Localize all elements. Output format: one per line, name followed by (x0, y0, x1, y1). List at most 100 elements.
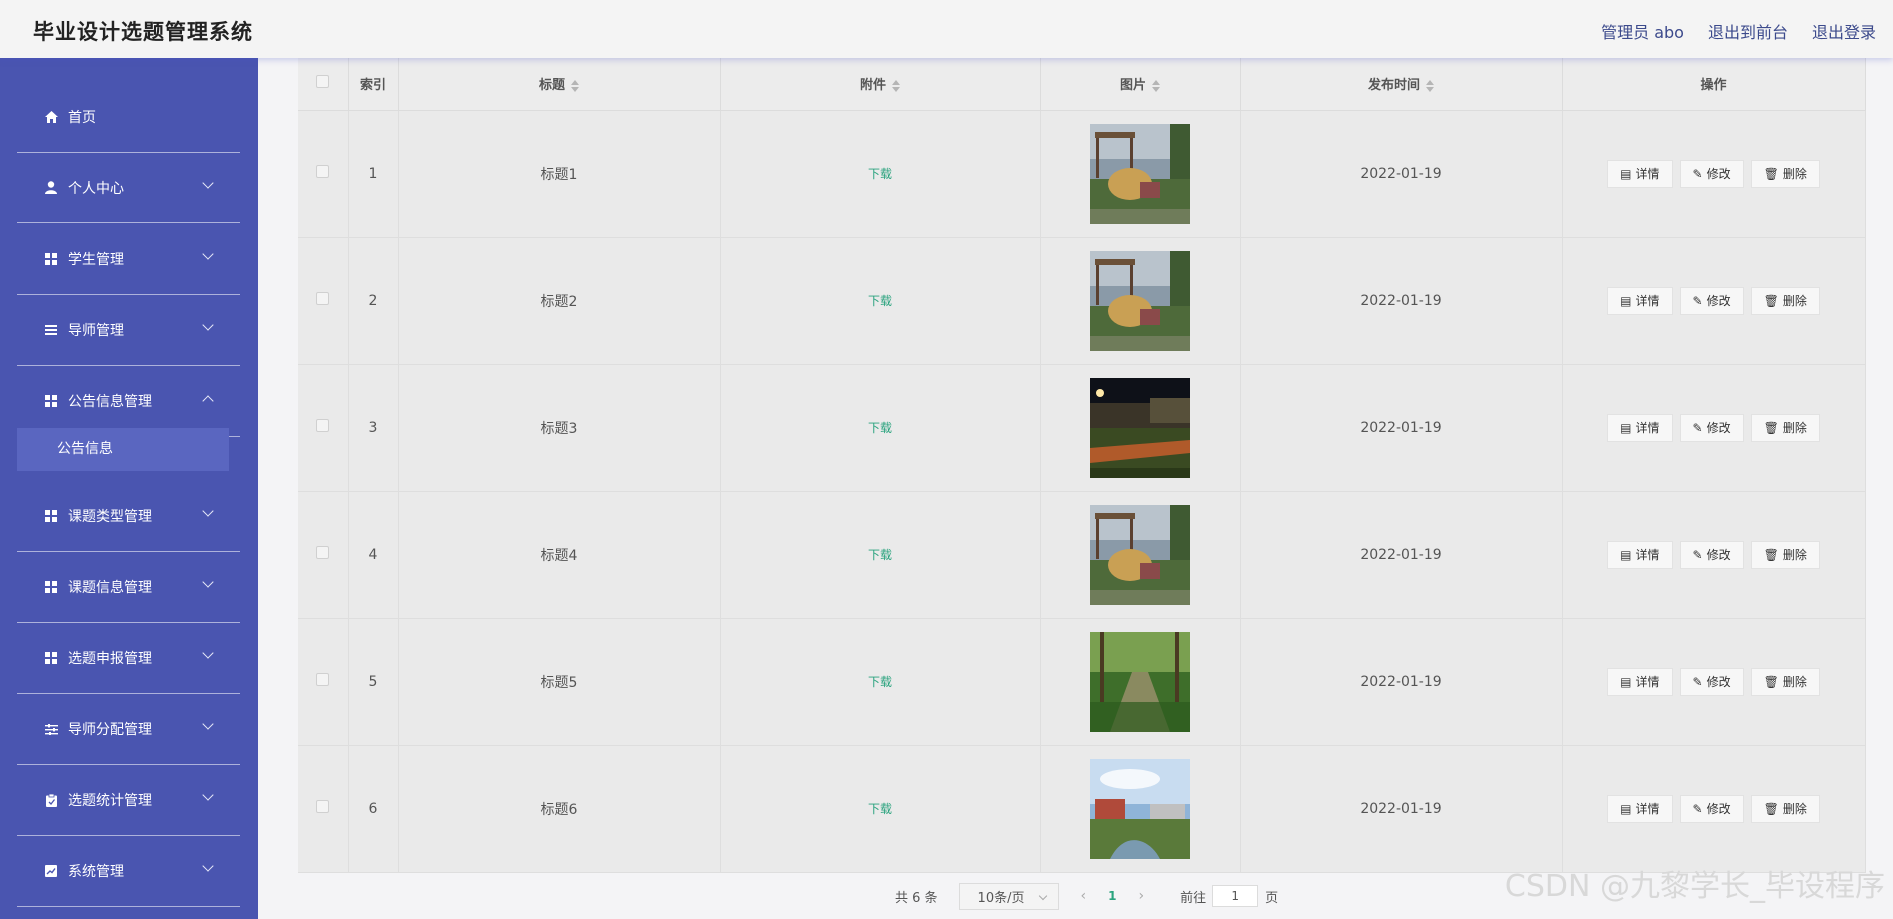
row-index: 3 (348, 364, 399, 492)
watermark: CSDN @九黎学长_毕设程序 (1504, 869, 1885, 904)
row-date: 2022-01-19 (1240, 364, 1563, 492)
header-image[interactable]: 图片 (1040, 58, 1241, 111)
edit-button[interactable]: ✎ 修改 (1679, 286, 1744, 315)
header-title-label: 标题 (538, 78, 565, 94)
row-attachment-cell: 下载 (720, 110, 1041, 238)
detail-button-label: 详情 (1635, 294, 1660, 308)
delete-button[interactable]: 🗑 删除 (1750, 286, 1820, 315)
header-title[interactable]: 标题 (398, 58, 721, 111)
sidebar-item-home[interactable]: 首页 (17, 82, 240, 153)
delete-button[interactable]: 🗑 删除 (1750, 413, 1820, 442)
edit-button[interactable]: ✎ 修改 (1679, 413, 1744, 442)
logout-link[interactable]: 退出登录 (1812, 19, 1876, 43)
sort-icon[interactable] (571, 79, 579, 92)
delete-button[interactable]: 🗑 删除 (1750, 794, 1820, 823)
row-select-cell[interactable] (298, 618, 349, 746)
home-icon (43, 111, 59, 123)
row-attachment-cell: 下载 (720, 618, 1041, 746)
sidebar-subitem-notice-info[interactable]: 公告信息 (17, 428, 229, 471)
next-page-icon[interactable]: › (1139, 888, 1145, 904)
row-attachment-cell: 下载 (720, 745, 1041, 873)
goto-page-input[interactable]: 1 (1212, 885, 1259, 907)
sidebar: 首页 个人中心 学生管理 导师管理 公告信息管理 公告信息 课题类型管理 课题信… (0, 58, 258, 919)
row-select-cell[interactable] (298, 745, 349, 873)
download-link[interactable]: 下载 (868, 294, 892, 308)
sidebar-item-label: 系统管理 (68, 864, 124, 880)
sidebar-item-label: 导师分配管理 (68, 722, 152, 738)
admin-user-link[interactable]: 管理员 abo (1601, 19, 1684, 43)
detail-button[interactable]: ▤ 详情 (1607, 413, 1673, 442)
detail-button[interactable]: ▤ 详情 (1607, 540, 1673, 569)
row-select-cell[interactable] (298, 110, 349, 238)
sidebar-item-system[interactable]: 系统管理 (17, 836, 240, 907)
row-thumbnail[interactable] (1090, 504, 1190, 605)
row-actions: ▤ 详情 ✎ 修改 🗑 删除 (1562, 110, 1866, 238)
sidebar-item-topic-application[interactable]: 选题申报管理 (17, 623, 240, 694)
row-thumbnail[interactable] (1090, 250, 1190, 351)
trash-icon: 🗑 (1763, 420, 1779, 435)
page-size-select[interactable]: 10条/页 (958, 882, 1059, 910)
download-link[interactable]: 下载 (868, 802, 892, 816)
row-select-cell[interactable] (298, 491, 349, 619)
edit-button[interactable]: ✎ 修改 (1679, 540, 1744, 569)
delete-button-label: 删除 (1782, 675, 1807, 689)
edit-button[interactable]: ✎ 修改 (1679, 159, 1744, 188)
download-link[interactable]: 下载 (868, 167, 892, 181)
chevron-down-icon (202, 248, 214, 260)
pencil-icon: ✎ (1692, 420, 1703, 435)
row-checkbox[interactable] (316, 673, 330, 686)
app-title: 毕业设计选题管理系统 (33, 20, 253, 44)
delete-button[interactable]: 🗑 删除 (1750, 667, 1820, 696)
sidebar-item-topic-info[interactable]: 课题信息管理 (17, 552, 240, 623)
row-thumbnail[interactable] (1090, 377, 1190, 478)
row-checkbox[interactable] (316, 419, 330, 432)
sidebar-item-tutors[interactable]: 导师管理 (17, 295, 240, 366)
sidebar-item-topic-type[interactable]: 课题类型管理 (17, 481, 240, 552)
grid-icon (43, 510, 59, 522)
header-attachment[interactable]: 附件 (720, 58, 1041, 111)
document-icon: ▤ (1620, 293, 1632, 308)
download-link[interactable]: 下载 (868, 675, 892, 689)
edit-button[interactable]: ✎ 修改 (1679, 667, 1744, 696)
row-actions: ▤ 详情 ✎ 修改 🗑 删除 (1562, 745, 1866, 873)
grid-icon (43, 395, 59, 407)
download-link[interactable]: 下载 (868, 421, 892, 435)
chevron-up-icon (202, 395, 214, 407)
header-select-all[interactable] (298, 58, 349, 111)
row-checkbox[interactable] (316, 800, 330, 813)
sort-icon[interactable] (1426, 79, 1434, 92)
sidebar-item-topic-statistics[interactable]: 选题统计管理 (17, 765, 240, 836)
row-image-cell (1040, 745, 1241, 873)
document-icon: ▤ (1620, 420, 1632, 435)
sidebar-item-notice-management[interactable]: 公告信息管理 (17, 366, 240, 437)
download-link[interactable]: 下载 (868, 548, 892, 562)
detail-button[interactable]: ▤ 详情 (1607, 286, 1673, 315)
sidebar-item-students[interactable]: 学生管理 (17, 224, 240, 295)
row-checkbox[interactable] (316, 292, 330, 305)
detail-button[interactable]: ▤ 详情 (1607, 794, 1673, 823)
row-select-cell[interactable] (298, 364, 349, 492)
row-title: 标题1 (398, 110, 721, 238)
row-checkbox[interactable] (316, 165, 330, 178)
edit-button[interactable]: ✎ 修改 (1679, 794, 1744, 823)
detail-button-label: 详情 (1635, 167, 1660, 181)
sort-icon[interactable] (892, 79, 900, 92)
row-thumbnail[interactable] (1090, 123, 1190, 224)
delete-button[interactable]: 🗑 删除 (1750, 540, 1820, 569)
exit-to-frontend-link[interactable]: 退出到前台 (1708, 19, 1788, 43)
row-actions: ▤ 详情 ✎ 修改 🗑 删除 (1562, 364, 1866, 492)
sidebar-item-personal-center[interactable]: 个人中心 (17, 153, 240, 223)
select-all-checkbox[interactable] (316, 75, 330, 89)
detail-button[interactable]: ▤ 详情 (1607, 159, 1673, 188)
row-thumbnail[interactable] (1090, 631, 1190, 732)
prev-page-icon[interactable]: ‹ (1081, 888, 1087, 904)
header-date[interactable]: 发布时间 (1240, 58, 1563, 111)
row-checkbox[interactable] (316, 546, 330, 559)
detail-button[interactable]: ▤ 详情 (1607, 667, 1673, 696)
row-thumbnail[interactable] (1090, 758, 1190, 859)
sort-icon[interactable] (1152, 79, 1160, 92)
sidebar-item-tutor-assignment[interactable]: 导师分配管理 (17, 694, 240, 765)
row-select-cell[interactable] (298, 237, 349, 365)
page-number-current[interactable]: 1 (1108, 889, 1116, 903)
delete-button[interactable]: 🗑 删除 (1750, 159, 1820, 188)
